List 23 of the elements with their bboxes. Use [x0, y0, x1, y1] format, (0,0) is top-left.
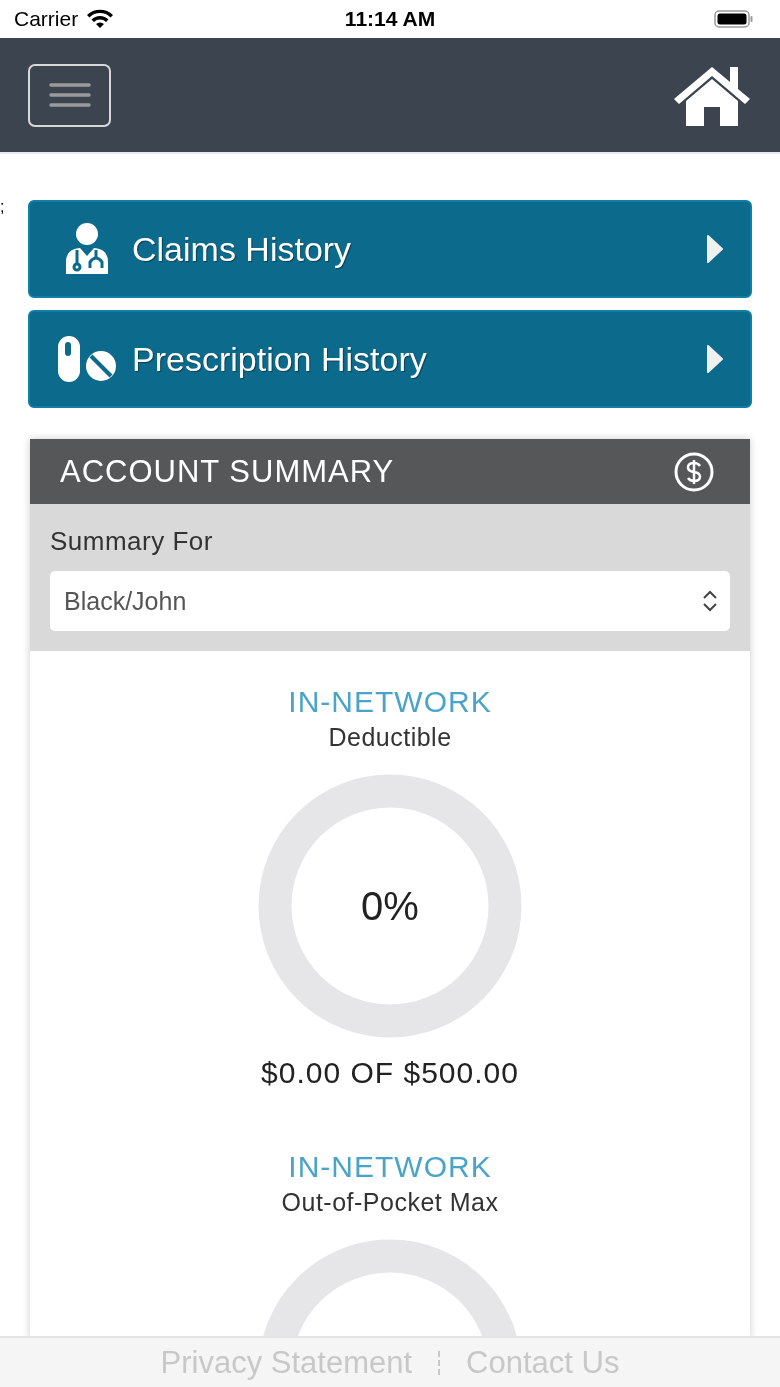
menu-icon [48, 82, 91, 108]
wifi-icon [86, 9, 115, 29]
stray-character: ; [0, 200, 6, 214]
menu-button[interactable] [28, 63, 111, 127]
card-title: ACCOUNT SUMMARY [60, 453, 395, 490]
nav-button[interactable]: Prescription History [28, 310, 752, 408]
amount-text: $0.00 OF $500.00 [261, 1056, 519, 1090]
caret-right-icon [706, 234, 724, 264]
up-down-chevron-icon [702, 590, 718, 612]
percent-value: 0% [361, 883, 419, 929]
dollar-icon [674, 451, 714, 492]
caret-right-icon [706, 344, 724, 374]
battery-icon [714, 9, 754, 29]
network-label: IN-NETWORK [288, 685, 492, 719]
member-select[interactable]: Black/John [50, 571, 730, 631]
field-label: Summary For [50, 526, 214, 557]
clock-time: 11:14 AM [344, 7, 436, 31]
network-label: IN-NETWORK [288, 1150, 492, 1184]
nav-button[interactable]: Claims History [28, 200, 752, 298]
meter-name: Deductible [328, 723, 452, 752]
meter-name: Out-of-Pocket Max [281, 1188, 499, 1217]
pills-icon [56, 334, 118, 384]
carrier-name: Carrier [14, 7, 79, 31]
